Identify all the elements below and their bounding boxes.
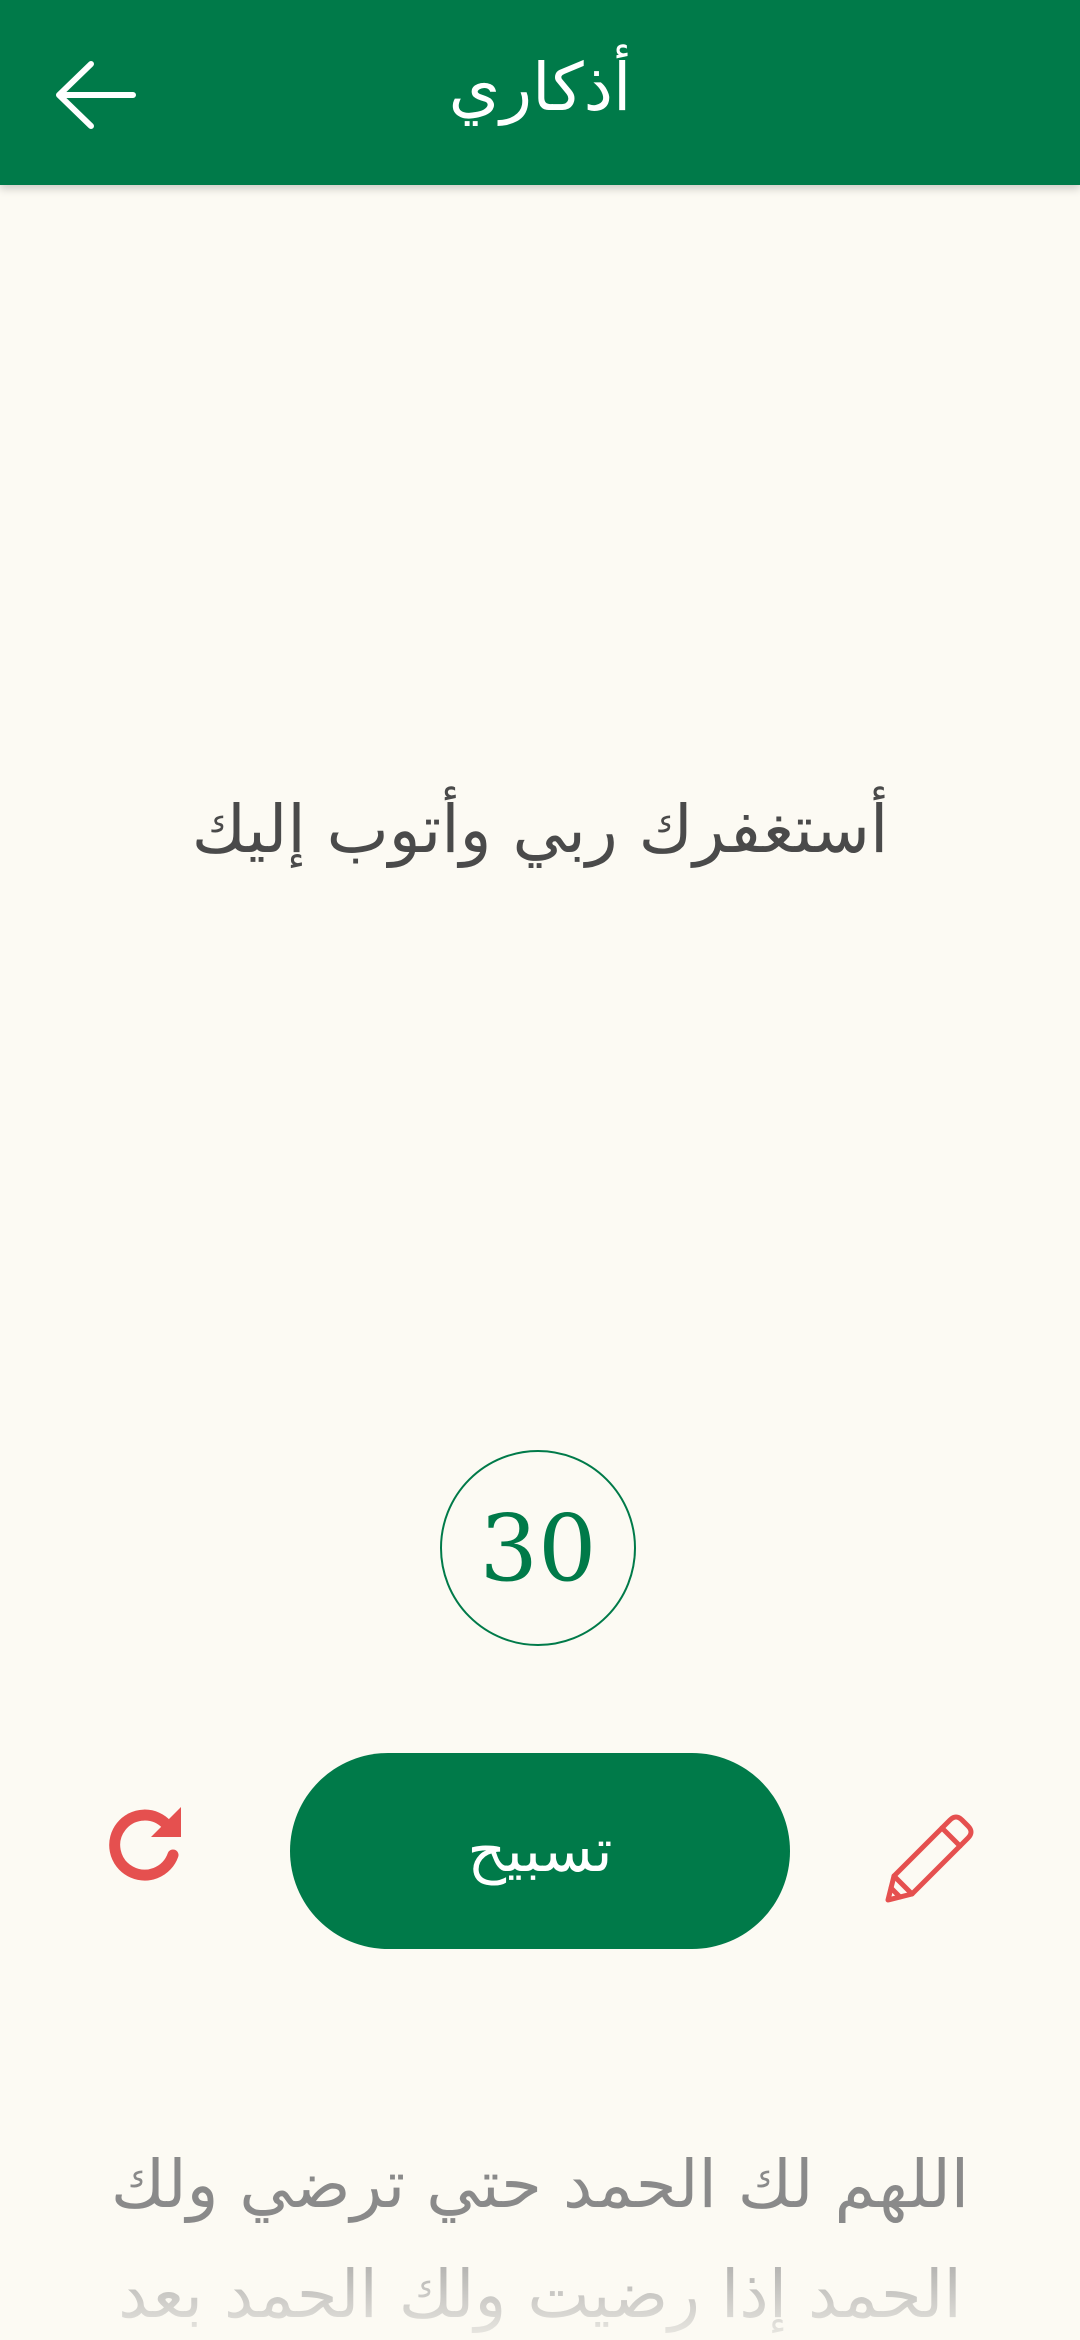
reset-button[interactable]	[100, 1800, 190, 1890]
refresh-icon	[109, 1807, 181, 1881]
tasbih-button-label: تسبيح	[467, 1816, 613, 1886]
page-title: أذكاري	[448, 49, 632, 126]
next-dhikr-preview: اللهم لك الحمد حتي ترضي ولك الحمد إذا رض…	[110, 2146, 970, 2333]
back-button[interactable]	[50, 50, 140, 140]
edit-button[interactable]	[880, 1808, 980, 1908]
tasbih-counter: 30	[440, 1450, 636, 1646]
tasbih-button[interactable]: تسبيح	[290, 1753, 790, 1949]
pencil-icon	[885, 1814, 974, 1903]
app-bar: أذكاري	[0, 0, 1080, 185]
arrow-left-icon	[56, 61, 136, 129]
dhikr-text: أستغفرك ربي وأتوب إليك	[191, 791, 889, 868]
counter-value: 30	[479, 1494, 597, 1602]
